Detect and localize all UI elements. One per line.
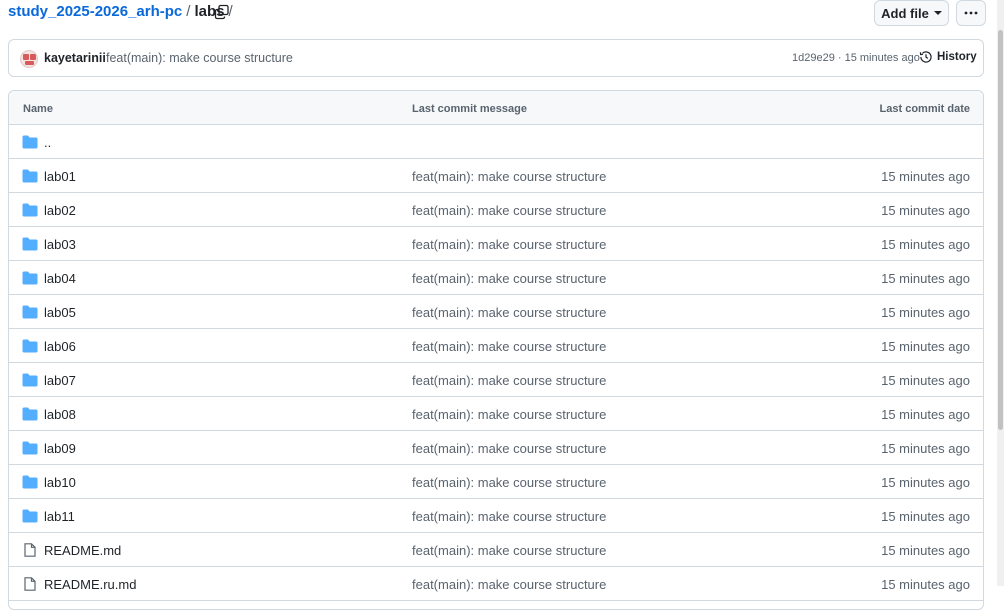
- row-name-link[interactable]: lab07: [44, 373, 76, 388]
- folder-icon: [22, 203, 38, 217]
- folder-icon: [22, 271, 38, 285]
- column-header-message: Last commit message: [412, 103, 527, 115]
- row-name-link[interactable]: README.ru.md: [44, 577, 136, 592]
- row-commit-message-link[interactable]: feat(main): make course structure: [412, 271, 606, 286]
- row-commit-date: 15 minutes ago: [881, 237, 970, 252]
- row-name-link[interactable]: lab11: [44, 509, 75, 524]
- file-table-header: Name Last commit message Last commit dat…: [9, 91, 983, 125]
- row-commit-message-link[interactable]: feat(main): make course structure: [412, 407, 606, 422]
- copy-path-button[interactable]: [214, 4, 232, 22]
- table-row[interactable]: README.ru.md feat(main): make course stru…: [9, 567, 983, 601]
- table-row[interactable]: lab04 feat(main): make course structure 15…: [9, 261, 983, 295]
- table-row[interactable]: lab01 feat(main): make course structure 15…: [9, 159, 983, 193]
- folder-icon: [22, 169, 38, 183]
- row-commit-date: 15 minutes ago: [881, 373, 970, 388]
- table-row[interactable]: lab02 feat(main): make course structure 15…: [9, 193, 983, 227]
- chevron-down-icon: [933, 11, 942, 15]
- avatar[interactable]: [20, 50, 38, 68]
- row-commit-message-link[interactable]: feat(main): make course structure: [412, 305, 606, 320]
- file-icon: [24, 577, 36, 591]
- breadcrumb-separator: /: [186, 3, 191, 20]
- folder-icon: [22, 305, 38, 319]
- file-table: Name Last commit message Last commit dat…: [8, 90, 984, 610]
- folder-icon: [22, 407, 38, 421]
- table-row[interactable]: lab08 feat(main): make course structure 15…: [9, 397, 983, 431]
- row-commit-message-link[interactable]: feat(main): make course structure: [412, 169, 606, 184]
- add-file-button[interactable]: Add file: [874, 0, 949, 26]
- folder-icon: [22, 509, 38, 523]
- row-commit-message-link[interactable]: feat(main): make course structure: [412, 543, 606, 558]
- row-commit-date: 15 minutes ago: [881, 169, 970, 184]
- breadcrumb: study_2025-2026_arh-pc / labs /: [8, 3, 237, 20]
- parent-directory-row[interactable]: ..: [9, 125, 983, 159]
- row-commit-message-link[interactable]: feat(main): make course structure: [412, 339, 606, 354]
- table-row[interactable]: lab10 feat(main): make course structure 15…: [9, 465, 983, 499]
- row-name-link[interactable]: lab06: [44, 339, 76, 354]
- latest-commit-bar: kayetarinii feat(main): make course stru…: [8, 39, 984, 77]
- table-row[interactable]: lab09 feat(main): make course structure 15…: [9, 431, 983, 465]
- commit-author-link[interactable]: kayetarinii: [44, 51, 106, 65]
- row-commit-message-link[interactable]: feat(main): make course structure: [412, 373, 606, 388]
- history-label: History: [937, 51, 977, 63]
- more-options-button[interactable]: [956, 0, 986, 26]
- history-button[interactable]: History: [919, 50, 977, 64]
- row-commit-date: 15 minutes ago: [881, 339, 970, 354]
- row-commit-message-link[interactable]: feat(main): make course structure: [412, 203, 606, 218]
- row-commit-date: 15 minutes ago: [881, 475, 970, 490]
- row-commit-message-link[interactable]: feat(main): make course structure: [412, 475, 606, 490]
- folder-icon: [22, 339, 38, 353]
- table-row[interactable]: lab06 feat(main): make course structure 15…: [9, 329, 983, 363]
- table-row[interactable]: lab03 feat(main): make course structure 15…: [9, 227, 983, 261]
- breadcrumb-repo-link[interactable]: study_2025-2026_arh-pc: [8, 3, 182, 20]
- row-commit-date: 15 minutes ago: [881, 407, 970, 422]
- row-name-link[interactable]: lab04: [44, 271, 76, 286]
- parent-directory-link[interactable]: ..: [44, 135, 51, 150]
- page-scrollbar-thumb[interactable]: [998, 30, 1003, 430]
- folder-icon: [22, 135, 38, 149]
- file-icon: [24, 543, 36, 557]
- row-name-link[interactable]: lab03: [44, 237, 76, 252]
- row-commit-date: 15 minutes ago: [881, 509, 970, 524]
- row-commit-date: 15 minutes ago: [881, 543, 970, 558]
- row-commit-date: 15 minutes ago: [881, 305, 970, 320]
- column-header-name: Name: [23, 103, 53, 115]
- row-name-link[interactable]: lab10: [44, 475, 76, 490]
- row-name-link[interactable]: lab08: [44, 407, 76, 422]
- row-name-link[interactable]: lab01: [44, 169, 76, 184]
- row-commit-message-link[interactable]: feat(main): make course structure: [412, 577, 606, 592]
- add-file-label: Add file: [881, 5, 929, 21]
- copy-icon: [214, 4, 229, 20]
- row-name-link[interactable]: lab05: [44, 305, 76, 320]
- column-header-date: Last commit date: [879, 103, 970, 115]
- commit-message-link[interactable]: feat(main): make course structure: [106, 51, 293, 65]
- commit-sha-and-time[interactable]: 1d29e29 · 15 minutes ago: [792, 52, 920, 64]
- row-name-link[interactable]: lab09: [44, 441, 76, 456]
- kebab-horizontal-icon: [964, 11, 978, 15]
- folder-icon: [22, 441, 38, 455]
- row-commit-date: 15 minutes ago: [881, 271, 970, 286]
- table-row[interactable]: lab07 feat(main): make course structure 15…: [9, 363, 983, 397]
- row-commit-message-link[interactable]: feat(main): make course structure: [412, 509, 606, 524]
- folder-icon: [22, 475, 38, 489]
- row-commit-date: 15 minutes ago: [881, 577, 970, 592]
- row-commit-message-link[interactable]: feat(main): make course structure: [412, 237, 606, 252]
- file-navigation-bar: study_2025-2026_arh-pc / labs / Add file: [0, 0, 1004, 28]
- row-name-link[interactable]: lab02: [44, 203, 76, 218]
- folder-icon: [22, 237, 38, 251]
- table-row[interactable]: README.md feat(main): make course structu…: [9, 533, 983, 567]
- row-commit-date: 15 minutes ago: [881, 441, 970, 456]
- history-clock-icon: [919, 51, 932, 63]
- table-row[interactable]: lab11 feat(main): make course structure 15…: [9, 499, 983, 533]
- row-commit-date: 15 minutes ago: [881, 203, 970, 218]
- row-name-link[interactable]: README.md: [44, 543, 121, 558]
- folder-icon: [22, 373, 38, 387]
- row-commit-message-link[interactable]: feat(main): make course structure: [412, 441, 606, 456]
- table-row[interactable]: lab05 feat(main): make course structure 15…: [9, 295, 983, 329]
